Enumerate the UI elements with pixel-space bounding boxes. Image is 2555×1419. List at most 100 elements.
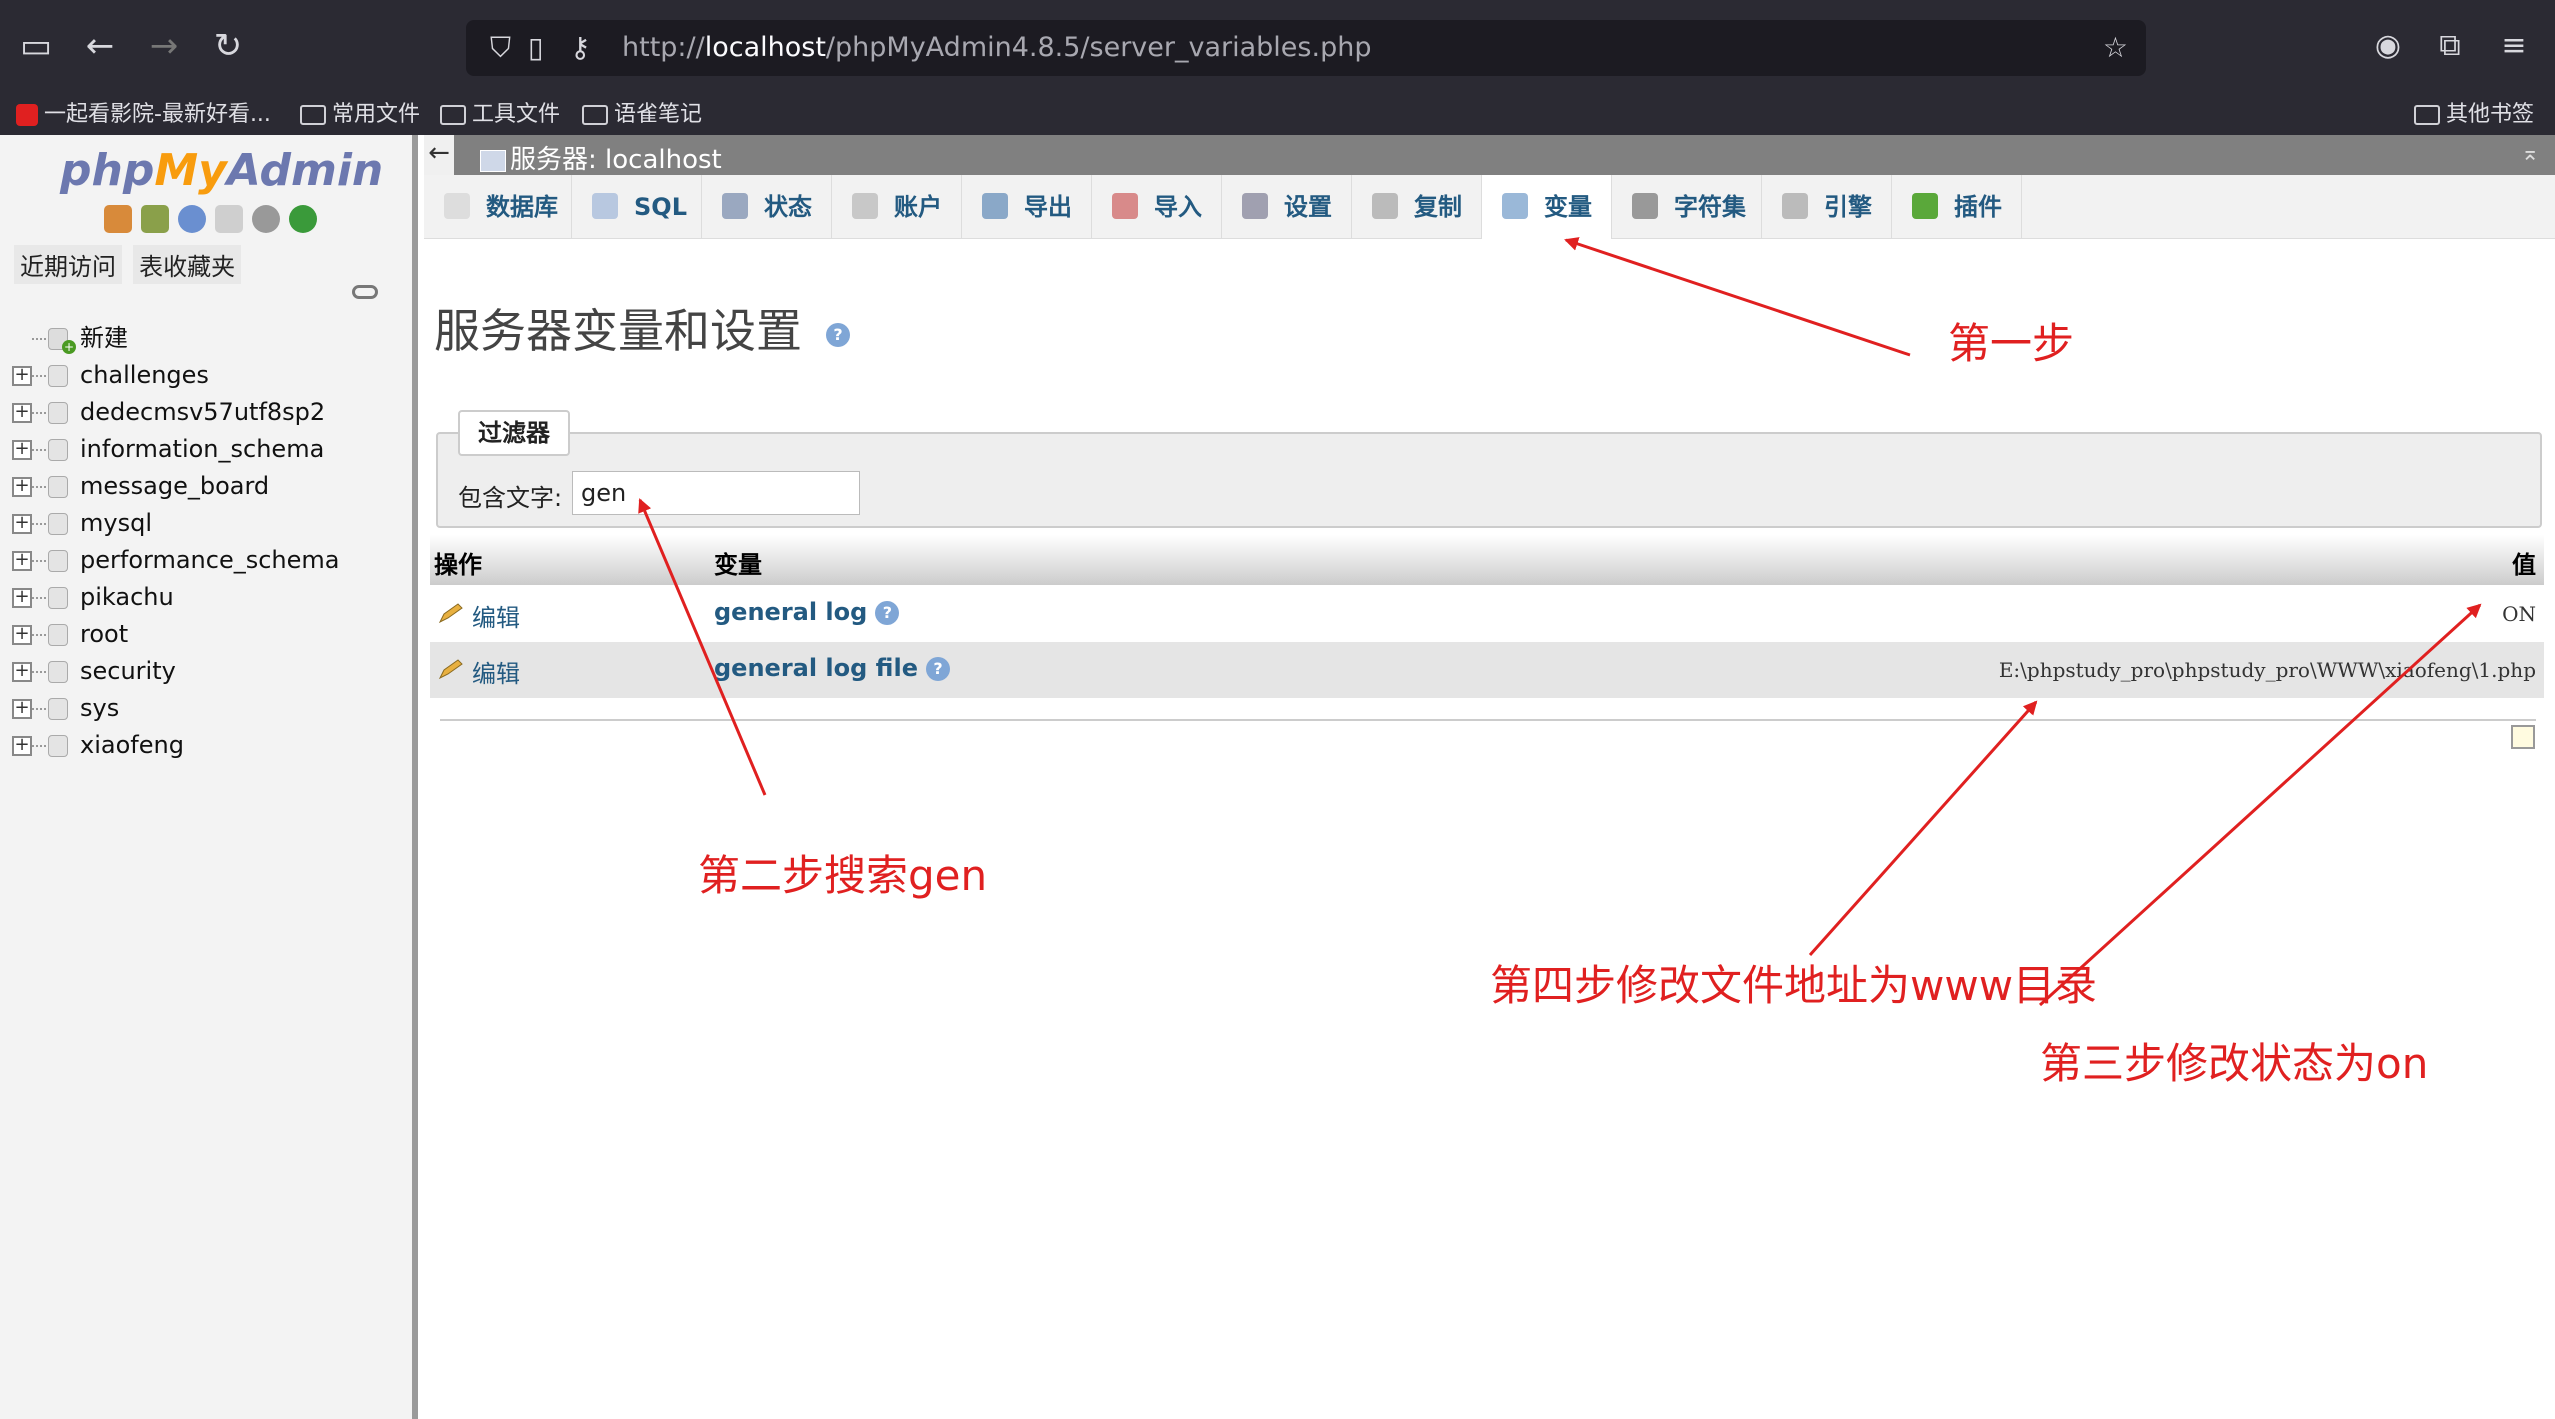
pencil-icon[interactable] [438, 602, 464, 624]
key-icon[interactable]: ⚷ [570, 30, 591, 66]
bookmark-common-files[interactable]: 常用文件 [300, 96, 420, 128]
help-icon[interactable] [178, 205, 207, 233]
forward-icon[interactable]: → [146, 28, 182, 64]
bookmark-video[interactable]: 一起看影院-最新好看... [16, 96, 271, 128]
filter-legend: 过滤器 [458, 410, 570, 456]
plus-icon: + [62, 340, 76, 354]
account-icon[interactable]: ◉ [2370, 28, 2406, 64]
tree-item-db[interactable]: + security [10, 653, 410, 690]
extensions-icon[interactable]: ⧉ [2432, 28, 2468, 64]
docs-icon[interactable] [215, 205, 244, 233]
folder-icon [440, 105, 466, 125]
sidebar-toggle-icon[interactable]: ▭ [18, 28, 54, 64]
tree-item-new[interactable]: + 新建 [10, 320, 410, 357]
tab-replication[interactable]: 复制 [1352, 175, 1482, 239]
tab-plugins[interactable]: 插件 [1892, 175, 2022, 239]
tree-item-db[interactable]: + performance_schema [10, 542, 410, 579]
tree-item-db[interactable]: + root [10, 616, 410, 653]
database-icon [48, 587, 68, 609]
gear-icon[interactable] [252, 205, 281, 233]
tree-item-db[interactable]: + dedecmsv57utf8sp2 [10, 394, 410, 431]
tab-status[interactable]: 状态 [702, 175, 832, 239]
shield-icon[interactable]: ⛉ [490, 30, 511, 66]
tree-item-db[interactable]: + message_board [10, 468, 410, 505]
tree-item-db[interactable]: + challenges [10, 357, 410, 394]
navigation-sidebar: phpMyAdmin 近期访问 表收藏夹 + 新建 + challenges + de… [0, 135, 418, 1419]
help-icon[interactable]: ? [875, 601, 900, 625]
database-icon [48, 439, 68, 461]
tab-databases[interactable]: 数据库 [424, 175, 572, 239]
address-bar[interactable]: ⛉ ▯ ⚷ http://localhost/phpMyAdmin4.8.5/s… [466, 20, 2146, 76]
database-icon [48, 402, 68, 424]
database-icon [48, 513, 68, 535]
expand-icon[interactable]: + [12, 366, 32, 386]
tree-item-db[interactable]: + xiaofeng [10, 727, 410, 764]
tree-item-db[interactable]: + information_schema [10, 431, 410, 468]
quick-icons [104, 205, 321, 239]
phpmyadmin-logo[interactable]: phpMyAdmin [60, 145, 383, 196]
exit-icon[interactable] [141, 205, 170, 233]
variable-name[interactable]: general log file? [714, 654, 950, 682]
engine-icon [1782, 193, 1808, 219]
expand-icon[interactable]: + [12, 625, 32, 645]
annotation-step1: 第一步 [1948, 319, 2075, 368]
url-text[interactable]: http://localhost/phpMyAdmin4.8.5/server_… [622, 32, 1371, 63]
bookmark-yuque[interactable]: 语雀笔记 [582, 96, 702, 128]
console-icon[interactable] [2511, 725, 2535, 749]
pencil-icon[interactable] [438, 658, 464, 680]
help-icon[interactable]: ? [925, 657, 950, 681]
tab-settings[interactable]: 设置 [1222, 175, 1352, 239]
bookmark-tool-files[interactable]: 工具文件 [440, 96, 560, 128]
tree-item-db[interactable]: + sys [10, 690, 410, 727]
col-action: 操作 [434, 551, 482, 579]
variable-name[interactable]: general log? [714, 598, 900, 626]
col-value: 值 [2512, 551, 2536, 579]
reload-nav-icon[interactable] [289, 205, 318, 233]
tab-engines[interactable]: 引擎 [1762, 175, 1892, 239]
edit-link[interactable]: 编辑 [472, 598, 520, 633]
expand-icon[interactable]: + [12, 736, 32, 756]
expand-icon[interactable]: + [12, 588, 32, 608]
variables-icon [1502, 193, 1528, 219]
expand-icon[interactable]: + [12, 403, 32, 423]
tab-sql[interactable]: SQL [572, 175, 702, 239]
server-breadcrumb[interactable]: 服务器: localhost [480, 139, 722, 176]
tree-item-db[interactable]: + mysql [10, 505, 410, 542]
reload-icon[interactable]: ↻ [210, 28, 246, 64]
expand-icon[interactable]: + [12, 551, 32, 571]
bookmark-star-icon[interactable]: ☆ [2103, 30, 2128, 66]
tree-item-db[interactable]: + pikachu [10, 579, 410, 616]
annotation-step4: 第四步修改文件地址为www目录 [1490, 961, 2098, 1010]
tab-favorites[interactable]: 表收藏夹 [133, 245, 242, 284]
filter-text-input[interactable] [572, 471, 860, 515]
edit-link[interactable]: 编辑 [472, 654, 520, 689]
tab-charsets[interactable]: 字符集 [1612, 175, 1762, 239]
expand-icon[interactable]: + [12, 662, 32, 682]
help-icon[interactable]: ? [826, 322, 850, 347]
link-icon[interactable] [352, 285, 378, 299]
sql-icon [592, 193, 618, 219]
expand-icon[interactable]: + [12, 477, 32, 497]
expand-icon[interactable]: + [12, 514, 32, 534]
browser-toolbar: ▭ ← → ↻ ⛉ ▯ ⚷ http://localhost/phpMyAdmi… [0, 0, 2555, 95]
tab-variables[interactable]: 变量 [1482, 175, 1612, 239]
expand-icon[interactable]: + [12, 440, 32, 460]
tab-export[interactable]: 导出 [962, 175, 1092, 239]
variable-value[interactable]: E:\phpstudy_pro\phpstudy_pro\WWW\xiaofen… [1999, 658, 2536, 682]
tab-recent[interactable]: 近期访问 [14, 245, 122, 284]
tab-accounts[interactable]: 账户 [832, 175, 962, 239]
table-row: 编辑 general log file? E:\phpstudy_pro\php… [430, 642, 2544, 698]
home-icon[interactable] [104, 205, 132, 233]
page-icon: ▯ [528, 31, 544, 64]
folder-icon [582, 105, 608, 125]
expand-icon[interactable]: + [12, 699, 32, 719]
menu-icon[interactable]: ≡ [2496, 28, 2532, 64]
variable-value[interactable]: ON [2502, 602, 2536, 626]
collapse-top-icon[interactable]: ⌅ [2521, 141, 2547, 167]
collapse-sidebar-icon[interactable]: ← [424, 135, 454, 175]
table-row: 编辑 general log? ON [430, 586, 2544, 642]
back-icon[interactable]: ← [82, 28, 118, 64]
bookmark-other[interactable]: 其他书签 [2414, 96, 2534, 128]
tab-import[interactable]: 导入 [1092, 175, 1222, 239]
database-icon [444, 193, 470, 219]
